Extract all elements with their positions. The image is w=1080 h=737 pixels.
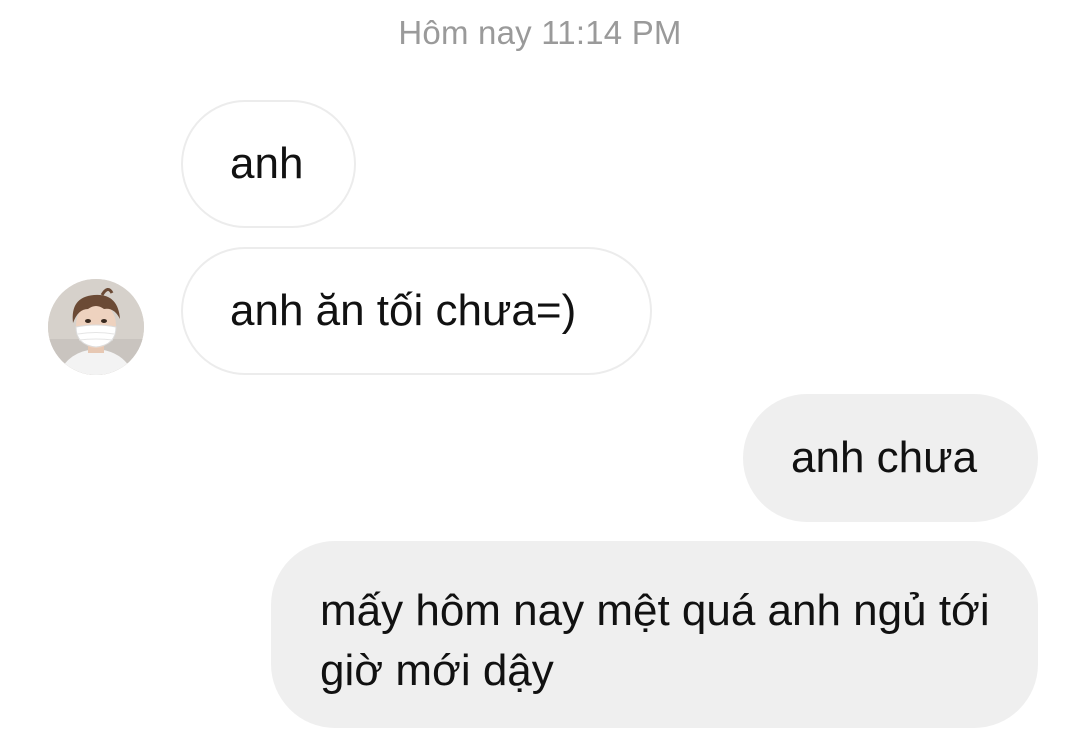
conversation-timestamp: Hôm nay 11:14 PM xyxy=(398,14,682,51)
message-text: mấy hôm nay mệt quá anh ngủ tới giờ mới … xyxy=(320,586,990,695)
incoming-message-bubble[interactable]: anh ăn tối chưa=) xyxy=(181,247,652,375)
incoming-message-bubble[interactable]: anh xyxy=(181,100,356,228)
message-text: anh chưa xyxy=(791,433,978,482)
outgoing-message-bubble[interactable]: anh chưa xyxy=(743,394,1038,522)
outgoing-message-bubble[interactable]: mấy hôm nay mệt quá anh ngủ tới giờ mới … xyxy=(271,541,1038,728)
message-text: anh xyxy=(230,139,304,188)
message-text: anh ăn tối chưa=) xyxy=(230,286,577,335)
sender-avatar[interactable] xyxy=(48,279,144,375)
profile-photo-icon xyxy=(48,279,144,375)
